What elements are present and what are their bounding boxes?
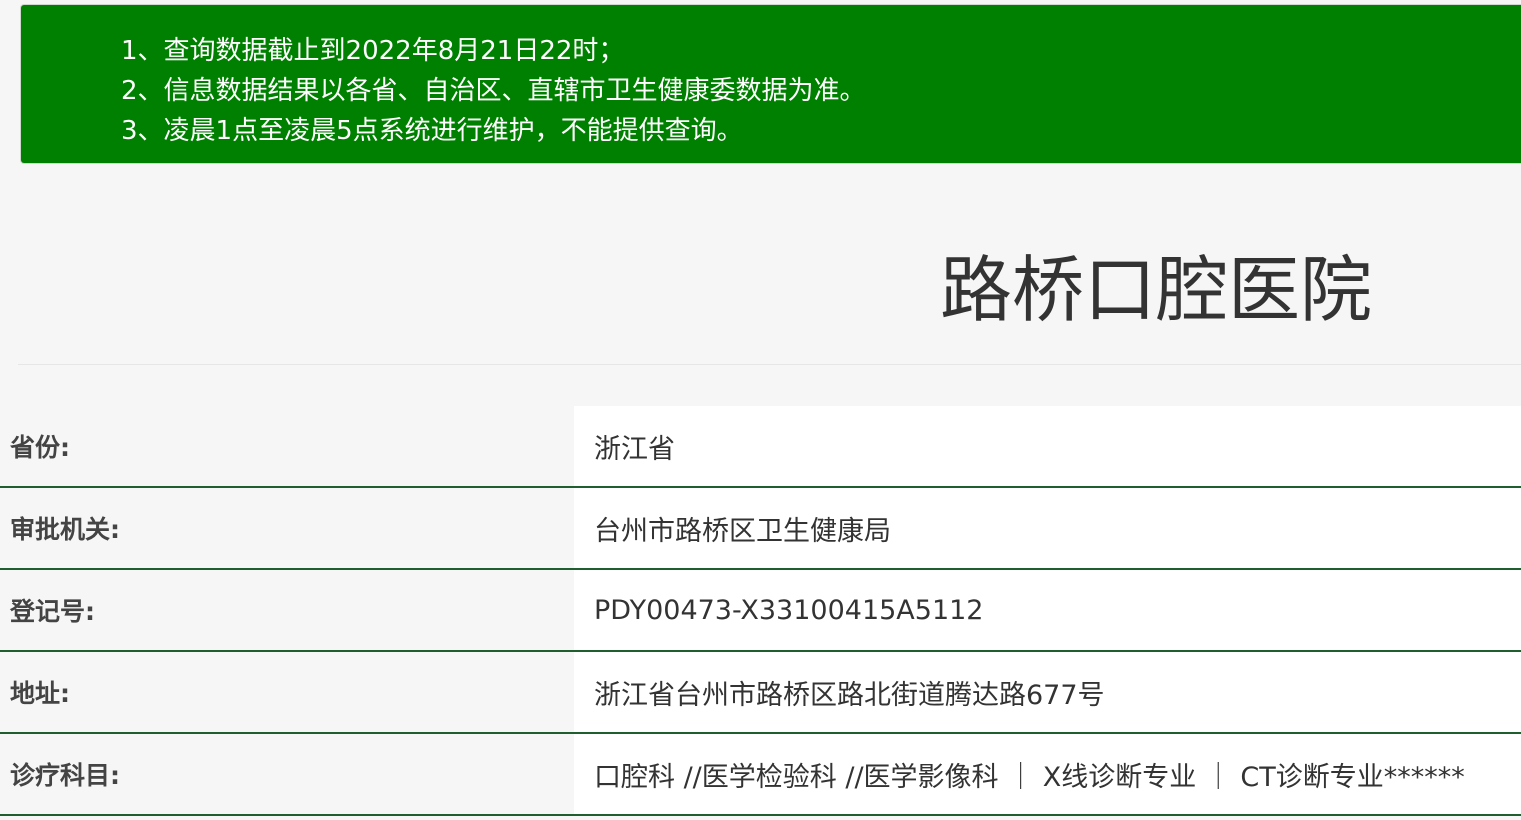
departments-label: 诊疗科目:	[0, 734, 574, 814]
info-row-approval-authority: 审批机关: 台州市路桥区卫生健康局	[0, 488, 1521, 570]
province-label: 省份:	[0, 406, 574, 486]
hospital-info-table: 省份: 浙江省 审批机关: 台州市路桥区卫生健康局 登记号: PDY00473-…	[0, 406, 1521, 816]
info-row-registration-number: 登记号: PDY00473-X33100415A5112	[0, 570, 1521, 652]
address-value: 浙江省台州市路桥区路北街道腾达路677号	[574, 652, 1521, 732]
info-row-province: 省份: 浙江省	[0, 406, 1521, 488]
departments-value: 口腔科 //医学检验科 //医学影像科 ｜ X线诊断专业 ｜ CT诊断专业***…	[574, 734, 1521, 814]
notice-line-3: 3、凌晨1点至凌晨5点系统进行维护，不能提供查询。	[121, 116, 743, 146]
notice-banner: 1、查询数据截止到2022年8月21日22时； 2、信息数据结果以各省、自治区、…	[20, 4, 1521, 164]
approval-authority-label: 审批机关:	[0, 488, 574, 568]
province-value: 浙江省	[574, 406, 1521, 486]
notice-line-2: 2、信息数据结果以各省、自治区、直辖市卫生健康委数据为准。	[121, 76, 866, 106]
address-label: 地址:	[0, 652, 574, 732]
title-divider	[18, 364, 1521, 365]
approval-authority-value: 台州市路桥区卫生健康局	[574, 488, 1521, 568]
notice-line-1: 1、查询数据截止到2022年8月21日22时；	[121, 36, 625, 66]
registration-number-label: 登记号:	[0, 570, 574, 650]
info-row-address: 地址: 浙江省台州市路桥区路北街道腾达路677号	[0, 652, 1521, 734]
hospital-name-title: 路桥口腔医院	[940, 248, 1373, 332]
info-row-departments: 诊疗科目: 口腔科 //医学检验科 //医学影像科 ｜ X线诊断专业 ｜ CT诊…	[0, 734, 1521, 816]
registration-number-value: PDY00473-X33100415A5112	[574, 570, 1521, 650]
